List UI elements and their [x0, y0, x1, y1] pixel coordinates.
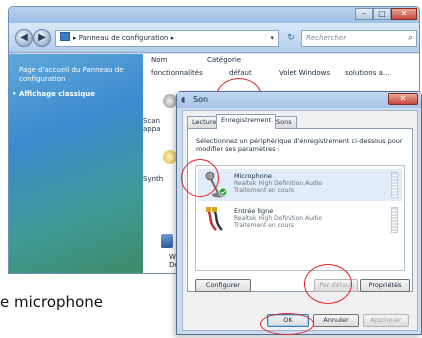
- address-bar[interactable]: ▸ Panneau de configuration ▸ ▾: [55, 30, 279, 47]
- speech-icon[interactable]: [163, 150, 177, 164]
- category-row: fonctionnalités défaut Volet Windows sol…: [151, 67, 419, 79]
- search-icon[interactable]: ⌕: [408, 31, 413, 46]
- windows-icon[interactable]: [161, 234, 173, 248]
- device-status: Traitement en cours: [234, 187, 295, 194]
- configure-button[interactable]: Configurer: [195, 279, 251, 292]
- device-driver: Realtek High Definition Audio: [234, 180, 323, 187]
- sound-dialog-titlebar: ◖ Son ✕: [177, 92, 421, 108]
- recording-device-list[interactable]: Microphone Realtek High Definition Audio…: [195, 165, 405, 271]
- back-button[interactable]: ◀: [15, 29, 33, 47]
- device-status: Traitement en cours: [234, 222, 295, 229]
- column-header-name[interactable]: Nom: [151, 54, 167, 66]
- properties-button[interactable]: Propriétés: [360, 279, 410, 292]
- sound-dialog: ◖ Son ✕ Lecture Enregistrement Sons Séle…: [176, 91, 422, 335]
- classic-view-label: Affichage classique: [19, 90, 96, 98]
- scanner-icon[interactable]: [163, 94, 177, 108]
- instruction-text: Sélectionnez un périphérique d'enregistr…: [196, 137, 403, 153]
- sidebar-classic-view-link[interactable]: • Affichage classique: [12, 90, 137, 99]
- maximize-button[interactable]: □: [373, 8, 391, 20]
- device-driver: Realtek High Definition Audio: [234, 215, 323, 222]
- sidebar-home-link[interactable]: Page d'accueil du Panneau de configurati…: [19, 66, 137, 84]
- device-name: Microphone: [234, 172, 272, 180]
- refresh-button[interactable]: ↻: [283, 30, 299, 47]
- column-header-category[interactable]: Catégorie: [207, 54, 241, 66]
- item-label[interactable]: Synth: [143, 174, 163, 184]
- recording-tab-panel: Sélectionnez un périphérique d'enregistr…: [187, 128, 413, 292]
- cancel-button[interactable]: Annuler: [313, 314, 359, 327]
- device-item-microphone[interactable]: Microphone Realtek High Definition Audio…: [198, 169, 402, 201]
- search-placeholder: Rechercher: [306, 34, 347, 42]
- annotation-circle: [181, 159, 219, 197]
- category-cell[interactable]: solutions a...: [345, 67, 390, 79]
- task-sidebar: Page d'accueil du Panneau de configurati…: [9, 54, 143, 273]
- dialog-body: Lecture Enregistrement Sons Sélectionnez…: [182, 110, 418, 331]
- annotation-circle: [260, 313, 314, 335]
- apply-button[interactable]: Appliquer: [363, 314, 409, 327]
- dialog-title: Son: [193, 95, 209, 104]
- category-cell[interactable]: fonctionnalités: [151, 67, 203, 79]
- navigation-bar: ◀ ▶ ▸ Panneau de configuration ▸ ▾ ↻ Rec…: [9, 23, 419, 53]
- annotation-circle: [304, 264, 352, 304]
- minimize-button[interactable]: –: [355, 8, 373, 20]
- address-path: ▸ Panneau de configuration ▸: [73, 34, 175, 42]
- page-caption: e microphone: [0, 293, 103, 311]
- item-label[interactable]: appa: [143, 124, 160, 134]
- device-name: Entrée ligne: [234, 207, 274, 215]
- line-in-cable-icon: [206, 207, 223, 231]
- device-item-line-in[interactable]: Entrée ligne Realtek High Definition Aud…: [198, 204, 402, 236]
- level-meter: [391, 207, 398, 233]
- close-dialog-button[interactable]: ✕: [388, 93, 418, 105]
- control-panel-icon: [60, 32, 70, 41]
- bullet-icon: •: [12, 90, 17, 98]
- forward-button[interactable]: ▶: [33, 29, 51, 47]
- chevron-down-icon[interactable]: ▾: [270, 31, 274, 46]
- control-panel-titlebar: – □ ✕: [9, 7, 419, 23]
- window-caption-buttons: – □ ✕: [355, 8, 417, 20]
- category-cell[interactable]: Volet Windows: [279, 67, 330, 79]
- level-meter: [391, 172, 398, 198]
- tab-enregistrement[interactable]: Enregistrement: [216, 114, 277, 129]
- search-input[interactable]: Rechercher ⌕: [301, 30, 417, 47]
- speaker-icon: ◖: [181, 95, 186, 104]
- close-window-button[interactable]: ✕: [391, 8, 417, 20]
